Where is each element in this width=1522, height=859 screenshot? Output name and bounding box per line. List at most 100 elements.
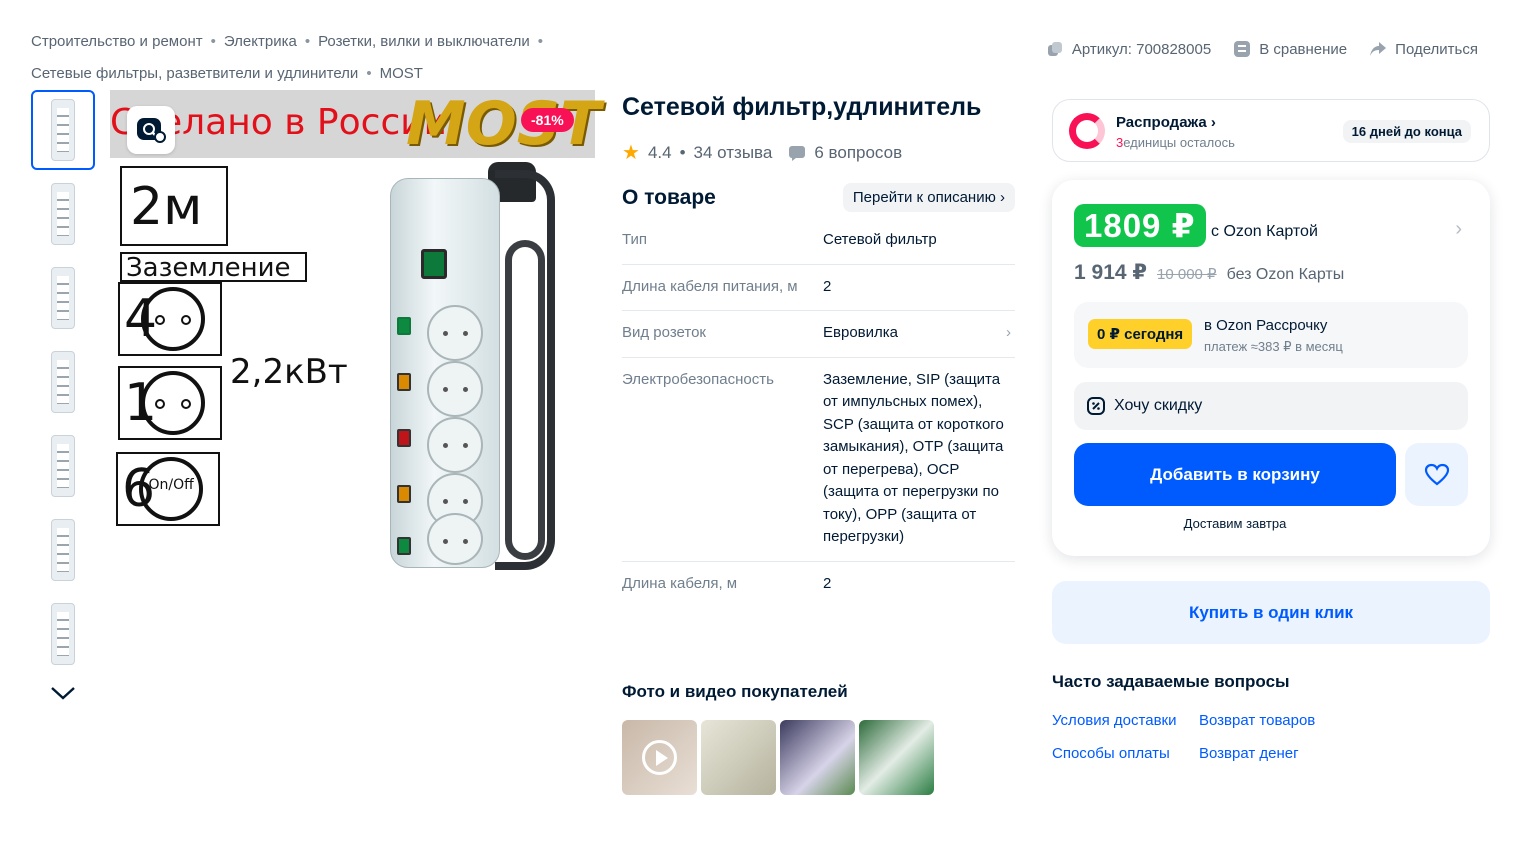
thumbnail[interactable] <box>31 342 95 422</box>
spec-value: Сетевой фильтр <box>823 231 937 248</box>
spec-key: Длина кабеля, м <box>622 574 738 592</box>
spec-key: Вид розеток <box>622 324 706 341</box>
product-title: Сетевой фильтр,удлинитель <box>622 93 982 121</box>
ozon-card-label[interactable]: с Ozon Картой <box>1211 223 1318 241</box>
thumbnail-image <box>51 267 75 329</box>
spec-value: Заземление, SIP (защита от импульсных по… <box>823 370 1004 546</box>
socket-switch-image <box>397 429 411 447</box>
faq-link-refund[interactable]: Возврат денег <box>1199 745 1349 762</box>
product-main-image[interactable]: Сделано в России MOST -81% 2м Заземление… <box>110 90 601 590</box>
extra-socket-spec: 1 <box>118 366 222 440</box>
copy-icon <box>1047 42 1062 56</box>
thumbnail[interactable] <box>31 258 95 338</box>
customer-photo[interactable] <box>780 720 855 795</box>
installment-offer[interactable]: 0 ₽ сегодня в Ozon Рассрочку платеж ≈383… <box>1074 302 1468 368</box>
socket-switch-image <box>397 317 411 335</box>
want-discount-label: Хочу скидку <box>1114 397 1203 414</box>
about-heading: О товаре <box>622 185 716 209</box>
regular-price-row: 1 914 ₽ 10 000 ₽ без Ozon Карты <box>1074 260 1344 285</box>
socket-image <box>427 305 483 361</box>
thumbnail[interactable] <box>31 426 95 506</box>
socket-icon <box>141 287 206 351</box>
spec-value[interactable]: Евровилка <box>823 324 898 341</box>
rating-separator: • <box>679 142 686 162</box>
want-discount-button[interactable]: Хочу скидку <box>1074 382 1468 430</box>
visual-search-button[interactable] <box>127 106 175 154</box>
customer-photo[interactable] <box>701 720 776 795</box>
breadcrumb-item[interactable]: Розетки, вилки и выключатели <box>318 33 530 50</box>
thumbnail-image <box>51 351 75 413</box>
stock-left: 3единицы осталось <box>1116 135 1235 150</box>
socket-image <box>427 417 483 473</box>
compare-icon <box>1234 41 1251 57</box>
customer-media-title: Фото и видео покупателей <box>622 682 848 701</box>
faq-links: Условия доставки Возврат товаров Способы… <box>1052 712 1349 762</box>
sale-countdown-badge: 16 дней до конца <box>1342 120 1471 143</box>
thumbnails-scroll-down[interactable] <box>31 678 95 708</box>
thumbnail[interactable] <box>31 594 95 674</box>
chevron-right-icon: › <box>1006 324 1011 341</box>
spec-key: Длина кабеля питания, м <box>622 277 798 295</box>
faq-link-returns[interactable]: Возврат товаров <box>1199 712 1349 729</box>
thumbnail-image <box>51 519 75 581</box>
spec-row: Тип Сетевой фильтр <box>622 218 1015 265</box>
thumbnail[interactable] <box>31 510 95 590</box>
spec-row: Электробезопасность Заземление, SIP (защ… <box>622 358 1015 562</box>
thumbnail-image <box>51 435 75 497</box>
spec-key: Электробезопасность <box>622 370 774 388</box>
breadcrumb-item[interactable]: Электрика <box>224 33 297 50</box>
breadcrumb-item[interactable]: Строительство и ремонт <box>31 33 203 50</box>
power-rating-spec: 2,2кВт <box>230 352 348 392</box>
customer-media-list <box>622 720 934 795</box>
rating-row: ★ 4.4 • 34 отзыва 6 вопросов <box>622 140 902 165</box>
sale-banner[interactable]: Распродажа › 3единицы осталось 16 дней д… <box>1052 99 1490 162</box>
rating-value[interactable]: 4.4 <box>648 143 672 163</box>
star-icon: ★ <box>622 142 640 164</box>
article-number[interactable]: Артикул: 700828005 <box>1046 40 1211 58</box>
breadcrumb-item[interactable]: MOST <box>380 65 423 82</box>
article-label: Артикул: 700828005 <box>1071 40 1212 58</box>
thumbnail[interactable] <box>31 90 95 170</box>
main-switch-image <box>421 249 447 279</box>
compare-label: В сравнение <box>1259 40 1348 58</box>
faq-link-delivery[interactable]: Условия доставки <box>1052 712 1199 729</box>
reviews-link[interactable]: 34 отзыва <box>694 143 773 163</box>
stock-left-text: единицы осталось <box>1123 135 1235 150</box>
breadcrumb-separator: • <box>366 65 372 82</box>
breadcrumb-separator: • <box>304 33 311 50</box>
ozon-card-price[interactable]: 1809 ₽ <box>1074 204 1206 247</box>
breadcrumb-item[interactable]: Сетевые фильтры, разветвители и удлините… <box>31 65 358 82</box>
power-strip-image <box>390 178 500 568</box>
image-search-icon <box>137 118 166 143</box>
characteristics-list: Тип Сетевой фильтр Длина кабеля питания,… <box>622 218 1015 607</box>
sale-logo-icon <box>1069 113 1105 149</box>
chevron-down-icon <box>51 687 75 700</box>
faq-title: Часто задаваемые вопросы <box>1052 672 1290 691</box>
old-price: 10 000 ₽ <box>1157 266 1217 283</box>
customer-video[interactable] <box>622 720 697 795</box>
questions-link[interactable]: 6 вопросов <box>814 143 902 163</box>
cable-length-spec: 2м <box>120 166 228 246</box>
share-icon <box>1370 42 1387 56</box>
faq-link-payment[interactable]: Способы оплаты <box>1052 745 1199 762</box>
spec-row[interactable]: Вид розеток Евровилка › <box>622 311 1015 358</box>
spec-value-wrapper: Евровилка › <box>823 322 1015 345</box>
goto-description-button[interactable]: Перейти к описанию › <box>842 183 1015 212</box>
add-to-cart-button[interactable]: Добавить в корзину <box>1074 443 1396 506</box>
compare-button[interactable]: В сравнение <box>1233 40 1347 58</box>
thumbnail-image <box>51 183 75 245</box>
share-button[interactable]: Поделиться <box>1369 40 1478 58</box>
spec-value: 2 <box>823 574 832 592</box>
thumbnail-image <box>51 603 75 665</box>
chevron-right-icon[interactable]: › <box>1455 218 1462 241</box>
thumbnail[interactable] <box>31 174 95 254</box>
installment-title: в Ozon Рассрочку <box>1204 317 1328 334</box>
customer-photo[interactable] <box>859 720 934 795</box>
discount-badge: -81% <box>521 108 574 132</box>
buy-one-click-button[interactable]: Купить в один клик <box>1052 581 1490 644</box>
socket-switch-image <box>397 373 411 391</box>
socket-image <box>427 513 483 565</box>
favorite-button[interactable] <box>1405 443 1468 506</box>
thumbnail-image <box>51 99 75 161</box>
grounding-spec: Заземление <box>120 252 307 282</box>
